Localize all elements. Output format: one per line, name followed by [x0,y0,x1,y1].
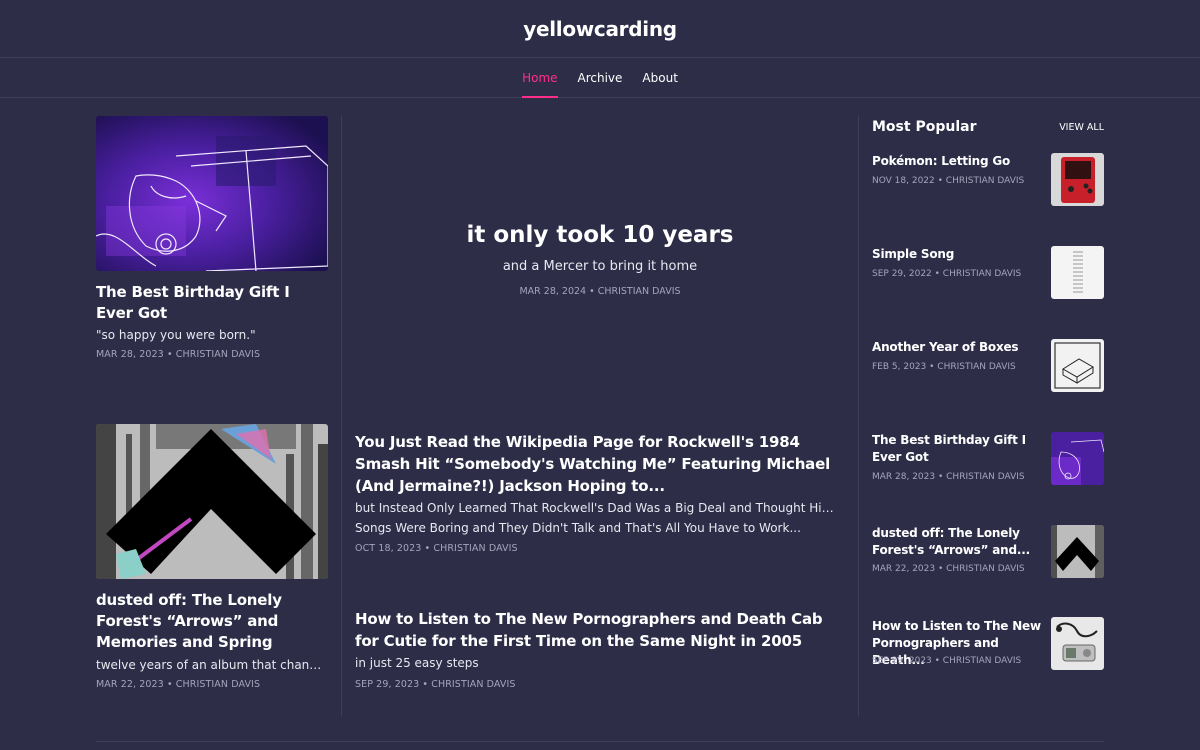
popular-item-title[interactable]: Another Year of Boxes [872,339,1044,356]
post-thumbnail-arrows[interactable] [96,424,328,579]
nav-home[interactable]: Home [522,58,558,98]
popular-thumbnail-notebook[interactable] [1051,246,1104,299]
popular-item-meta: MAR 22, 2023 • CHRISTIAN DAVIS [872,564,1025,574]
popular-item-title[interactable]: Simple Song [872,246,1044,263]
nav-about[interactable]: About [642,58,677,98]
divider-right [858,116,859,716]
box-sketch-image [1051,339,1104,392]
gameboy-image [1051,153,1104,206]
featured-meta: MAR 28, 2024 • CHRISTIAN DAVIS [519,286,681,297]
popular-item-meta: SEP 29, 2023 • CHRISTIAN DAVIS [872,656,1022,666]
nav-archive[interactable]: Archive [578,58,623,98]
popular-item-meta: FEB 5, 2023 • CHRISTIAN DAVIS [872,362,1016,372]
arrows-mini-image [1051,525,1104,578]
birthday-mini-image [1051,432,1104,485]
post-excerpt: twelve years of an album that changed my… [96,658,328,672]
divider-left [341,116,342,716]
post-excerpt-line2: Songs Were Boring and They Didn't Talk a… [355,521,801,535]
post-thumbnail-birthday[interactable] [96,116,328,271]
view-all-link[interactable]: VIEW ALL [1050,122,1104,133]
most-popular-heading: Most Popular [872,119,977,135]
notebook-image [1051,246,1104,299]
popular-item-title[interactable]: dusted off: The Lonely Forest's “Arrows”… [872,525,1044,559]
post-meta: MAR 22, 2023 • CHRISTIAN DAVIS [96,679,261,690]
post-meta: MAR 28, 2023 • CHRISTIAN DAVIS [96,349,261,360]
popular-thumbnail-box[interactable] [1051,339,1104,392]
post-excerpt-line1: but Instead Only Learned That Rockwell's… [355,501,835,515]
featured-title[interactable]: it only took 10 years [342,222,858,248]
ipod-image [1051,617,1104,670]
post-excerpt: in just 25 easy steps [355,656,479,670]
popular-thumbnail-gameboy[interactable] [1051,153,1104,206]
post-title[interactable]: How to Listen to The New Pornographers a… [355,608,835,652]
site-header: yellowcarding [0,0,1200,58]
popular-thumbnail-arrows[interactable] [1051,525,1104,578]
popular-item-meta: MAR 28, 2023 • CHRISTIAN DAVIS [872,472,1025,482]
arrows-album-illustration [96,424,328,579]
popular-thumbnail-birthday[interactable] [1051,432,1104,485]
post-title[interactable]: You Just Read the Wikipedia Page for Roc… [355,431,835,497]
birthday-illustration [96,116,328,271]
post-meta: SEP 29, 2023 • CHRISTIAN DAVIS [355,679,516,690]
popular-item-meta: SEP 29, 2022 • CHRISTIAN DAVIS [872,269,1022,279]
post-meta: OCT 18, 2023 • CHRISTIAN DAVIS [355,543,518,554]
post-title[interactable]: dusted off: The Lonely Forest's “Arrows”… [96,590,328,653]
popular-item-title[interactable]: Pokémon: Letting Go [872,153,1044,170]
popular-thumbnail-ipod[interactable] [1051,617,1104,670]
main-nav: Home Archive About [0,58,1200,98]
site-title[interactable]: yellowcarding [523,17,677,41]
popular-item-title[interactable]: The Best Birthday Gift I Ever Got [872,432,1044,466]
popular-item-meta: NOV 18, 2022 • CHRISTIAN DAVIS [872,176,1025,186]
post-title[interactable]: The Best Birthday Gift I Ever Got [96,282,328,324]
post-excerpt: "so happy you were born." [96,328,256,342]
footer-divider [96,741,1104,742]
featured-subtitle: and a Mercer to bring it home [502,259,698,274]
